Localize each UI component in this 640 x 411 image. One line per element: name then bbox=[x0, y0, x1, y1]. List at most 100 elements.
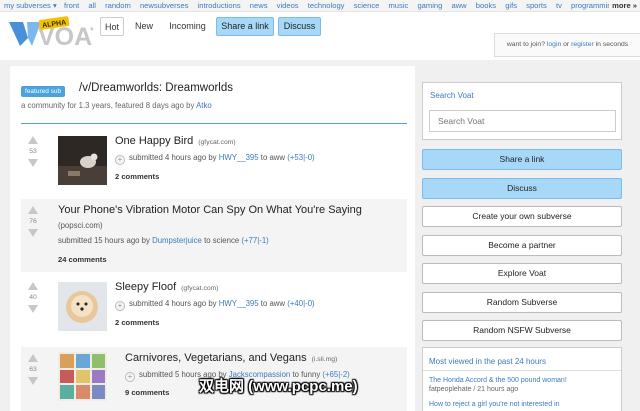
downvote-arrow-icon[interactable] bbox=[28, 159, 38, 167]
voat-logo-mark: VOAT ALPHA bbox=[9, 16, 106, 51]
featured-by-user-link[interactable]: Atko bbox=[196, 101, 212, 110]
post-thumbnail[interactable] bbox=[58, 352, 107, 401]
post-item: 40 Sleepy Floof (gfycat.com) + submitted 4… bbox=[21, 280, 407, 340]
share-link-button[interactable]: Share a link bbox=[216, 17, 274, 36]
post-thumbnail[interactable] bbox=[58, 282, 107, 331]
topbar-link-front[interactable]: front bbox=[64, 1, 79, 10]
topbar-subverse-gaming[interactable]: gaming bbox=[417, 1, 442, 10]
expand-icon[interactable]: + bbox=[115, 301, 125, 311]
post-thumbnail[interactable] bbox=[58, 136, 107, 185]
topbar-subverse-introductions[interactable]: introductions bbox=[198, 1, 241, 10]
post-score: 40 bbox=[29, 294, 37, 301]
post-vote-breakdown: (+40|-0) bbox=[287, 299, 315, 308]
most-viewed-item: The Honda Accord & the 500 pound woman! … bbox=[429, 377, 567, 393]
post-comments-link[interactable]: 9 comments bbox=[125, 388, 169, 397]
topbar-subverse-news[interactable]: news bbox=[250, 1, 268, 10]
topbar-subverse-newsubverses[interactable]: newsubverses bbox=[140, 1, 189, 10]
post-domain[interactable]: (i.sli.mg) bbox=[312, 356, 338, 363]
search-input[interactable] bbox=[429, 110, 616, 132]
login-link[interactable]: login bbox=[547, 41, 561, 48]
random-nsfw-subverse-button[interactable]: Random NSFW Subverse bbox=[422, 320, 622, 341]
upvote-arrow-icon[interactable] bbox=[28, 206, 38, 214]
thumbnail-image-dog bbox=[58, 282, 107, 331]
post-subverse-link[interactable]: aww bbox=[269, 299, 285, 308]
topbar-link-random[interactable]: random bbox=[105, 1, 131, 10]
join-or-text: or bbox=[563, 41, 570, 48]
most-viewed-title: Most viewed in the past 24 hours bbox=[429, 357, 546, 366]
most-viewed-item-link[interactable]: How to reject a girl you're not interest… bbox=[429, 401, 560, 408]
post-title-link[interactable]: One Happy Bird bbox=[115, 135, 193, 147]
featured-divider bbox=[21, 123, 407, 124]
expand-icon[interactable]: + bbox=[115, 155, 125, 165]
more-subverses-link[interactable]: more » bbox=[609, 0, 637, 11]
discuss-button[interactable]: Discuss bbox=[278, 17, 321, 36]
sidebar-discuss-button[interactable]: Discuss bbox=[422, 178, 622, 199]
post-vote-breakdown: (+53|-0) bbox=[287, 153, 315, 162]
post-subverse-link[interactable]: science bbox=[213, 236, 239, 245]
post-author-link[interactable]: HWY__395 bbox=[219, 153, 259, 162]
explore-voat-button[interactable]: Explore Voat bbox=[422, 263, 622, 284]
register-link[interactable]: register bbox=[571, 41, 594, 48]
tab-new[interactable]: New bbox=[131, 17, 157, 36]
topbar-subverse-science[interactable]: science bbox=[354, 1, 380, 10]
upvote-arrow-icon[interactable] bbox=[28, 354, 38, 362]
search-label: Search Voat bbox=[430, 91, 474, 100]
topbar-subverse-aww[interactable]: aww bbox=[451, 1, 466, 10]
upvote-arrow-icon[interactable] bbox=[28, 282, 38, 290]
post-item: 76 Your Phone's Vibration Motor Can Spy … bbox=[21, 199, 407, 272]
featured-subverse-info: a community for 1.3 years, featured 8 da… bbox=[21, 101, 212, 110]
post-comments-link[interactable]: 2 comments bbox=[115, 318, 159, 327]
post-score: 76 bbox=[29, 218, 37, 225]
post-score: 53 bbox=[29, 148, 37, 155]
post-comments-link[interactable]: 2 comments bbox=[115, 172, 159, 181]
post-domain[interactable]: (popsci.com) bbox=[58, 221, 103, 230]
featured-subverse-title[interactable]: /v/Dreamworlds: Dreamworlds bbox=[79, 82, 233, 94]
sidebar-share-link-button[interactable]: Share a link bbox=[422, 149, 622, 170]
topbar-subverse-sports[interactable]: sports bbox=[526, 1, 547, 10]
topbar-subverse-music[interactable]: music bbox=[388, 1, 408, 10]
most-viewed-item-link[interactable]: The Honda Accord & the 500 pound woman! bbox=[429, 377, 567, 384]
post-author-link[interactable]: Dumpsterjuice bbox=[152, 236, 202, 245]
topbar-subverse-tv[interactable]: tv bbox=[556, 1, 562, 10]
voat-logo[interactable]: VOAT ALPHA bbox=[8, 16, 106, 51]
join-prompt: want to join? login or register in secon… bbox=[494, 33, 640, 57]
most-viewed-item-meta: fatpeoplehate / 21 hours ago bbox=[429, 386, 519, 393]
post-to-text: to bbox=[260, 153, 268, 162]
topbar-subverse-books[interactable]: books bbox=[476, 1, 496, 10]
post-title: Your Phone's Vibration Motor Can Spy On … bbox=[58, 204, 362, 216]
featured-info-text: a community for 1.3 years, featured 8 da… bbox=[21, 101, 195, 110]
topbar-subverse-videos[interactable]: videos bbox=[277, 1, 299, 10]
topbar-subverse-gifs[interactable]: gifs bbox=[505, 1, 517, 10]
post-title-link[interactable]: Your Phone's Vibration Motor Can Spy On … bbox=[58, 204, 362, 216]
my-subverses-dropdown[interactable]: my subverses ▾ bbox=[4, 0, 57, 11]
tab-incoming[interactable]: Incoming bbox=[165, 17, 210, 36]
become-partner-button[interactable]: Become a partner bbox=[422, 235, 622, 256]
topbar-link-all[interactable]: all bbox=[88, 1, 96, 10]
post-domain[interactable]: (gfycat.com) bbox=[198, 139, 235, 146]
post-submitted-text: submitted 4 hours ago by bbox=[129, 299, 217, 308]
post-meta: + submitted 4 hours ago by HWY__395 to aw… bbox=[115, 299, 315, 311]
most-viewed-item: How to reject a girl you're not interest… bbox=[429, 401, 560, 408]
topbar-subverse-technology[interactable]: technology bbox=[308, 1, 345, 10]
post-title: One Happy Bird (gfycat.com) bbox=[115, 135, 236, 147]
downvote-arrow-icon[interactable] bbox=[28, 377, 38, 385]
post-domain[interactable]: (gfycat.com) bbox=[181, 285, 218, 292]
subverse-bar: my subverses ▾ front all random newsubve… bbox=[0, 0, 640, 12]
expand-icon[interactable]: + bbox=[125, 372, 135, 382]
downvote-arrow-icon[interactable] bbox=[28, 229, 38, 237]
post-author-link[interactable]: HWY__395 bbox=[219, 299, 259, 308]
post-title: Sleepy Floof (gfycat.com) bbox=[115, 281, 219, 293]
upvote-arrow-icon[interactable] bbox=[28, 136, 38, 144]
downvote-arrow-icon[interactable] bbox=[28, 305, 38, 313]
tab-hot[interactable]: Hot bbox=[100, 17, 124, 36]
post-title-link[interactable]: Carnivores, Vegetarians, and Vegans bbox=[125, 352, 307, 364]
most-viewed-panel: Most viewed in the past 24 hours The Hon… bbox=[422, 347, 622, 411]
create-subverse-button[interactable]: Create your own subverse bbox=[422, 206, 622, 227]
post-comments-link[interactable]: 24 comments bbox=[58, 255, 107, 264]
post-subverse-link[interactable]: aww bbox=[269, 153, 285, 162]
thumbnail-image-bird bbox=[58, 136, 107, 185]
post-item: 53 One Happy Bird (gfycat.com) + submitted… bbox=[21, 134, 407, 194]
post-title-link[interactable]: Sleepy Floof bbox=[115, 281, 176, 293]
post-meta: submitted 15 hours ago by Dumpsterjuice … bbox=[58, 236, 269, 245]
random-subverse-button[interactable]: Random Subverse bbox=[422, 292, 622, 313]
